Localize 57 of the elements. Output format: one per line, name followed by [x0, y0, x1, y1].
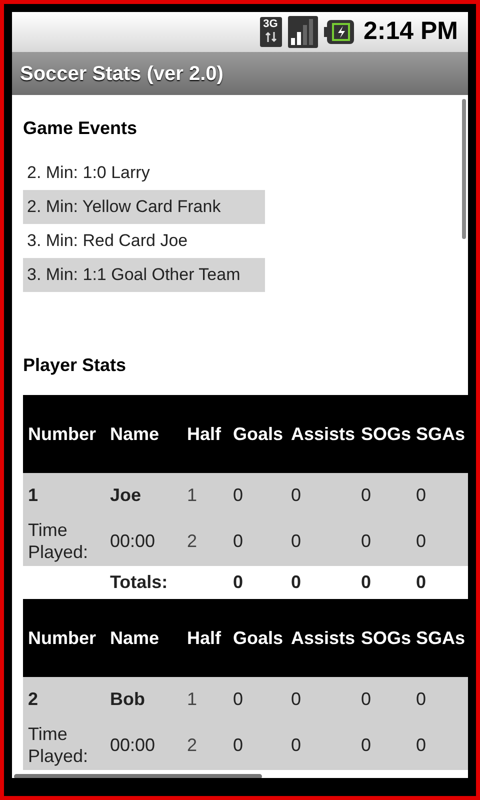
- column-header: Assists: [291, 424, 356, 444]
- table-cell: 0: [416, 735, 426, 755]
- column-header: Half: [187, 424, 222, 444]
- column-header: SOGs: [361, 628, 412, 648]
- event-row: 3. Min: 1:1 Goal Other Team: [23, 258, 265, 292]
- table-cell: 0: [361, 735, 372, 755]
- table-cell: 1: [187, 688, 198, 708]
- table-cell: 0: [361, 688, 372, 708]
- column-header: Half: [187, 628, 222, 648]
- battery-icon: [324, 20, 354, 44]
- table-cell: 0: [291, 572, 302, 592]
- table-cell: 0: [291, 484, 302, 504]
- table-cell: 1: [187, 484, 198, 504]
- window-title: Soccer Stats (ver 2.0): [20, 62, 224, 86]
- table-cell: 0: [361, 484, 372, 504]
- table-cell: 2: [187, 531, 198, 551]
- event-row: 2. Min: Yellow Card Frank: [23, 190, 265, 224]
- table-cell: 2: [28, 688, 38, 708]
- table-cell: 0: [291, 531, 302, 551]
- table-cell: 00:00: [110, 735, 156, 755]
- column-header: Number: [28, 424, 96, 444]
- table-cell: 0: [361, 531, 372, 551]
- column-header: Assists: [291, 628, 356, 648]
- table-cell: 0: [416, 572, 426, 592]
- table-cell: 0: [233, 735, 244, 755]
- clock: 2:14 PM: [364, 16, 458, 48]
- table-cell: 0: [233, 484, 244, 504]
- table-cell: Bob: [110, 688, 145, 708]
- column-header: SGAs: [416, 424, 466, 444]
- table-cell: 0: [233, 572, 244, 592]
- table-cell: 0: [233, 531, 244, 551]
- section-heading: Game Events: [23, 117, 138, 140]
- totals-label: Totals:: [110, 572, 168, 592]
- table-cell: Time Played:: [28, 520, 88, 562]
- column-header: SOGs: [361, 424, 412, 444]
- table-cell: 0: [361, 572, 372, 592]
- column-header: Name: [110, 628, 160, 648]
- column-header: Name: [110, 424, 160, 444]
- column-header: SGAs: [416, 628, 466, 648]
- table-cell: Time Played:: [28, 724, 88, 766]
- signal-icon: [288, 16, 318, 48]
- network-label: 3G: [263, 17, 278, 31]
- table-cell: 0: [416, 688, 426, 708]
- table-cell: 0: [233, 688, 244, 708]
- column-header: Goals: [233, 628, 284, 648]
- table-cell: 0: [416, 484, 426, 504]
- column-header: Number: [28, 628, 96, 648]
- table-cell: 00:00: [110, 531, 156, 551]
- table-cell: 0: [416, 531, 426, 551]
- arrows-icon: [264, 31, 278, 43]
- table-cell: 2: [187, 735, 198, 755]
- column-header: Goals: [233, 424, 284, 444]
- table-cell: 0: [291, 735, 302, 755]
- table-cell: 0: [291, 688, 302, 708]
- section-heading: Player Stats: [23, 354, 128, 377]
- table-cell: Joe: [110, 484, 142, 504]
- table-cell: 1: [28, 484, 38, 504]
